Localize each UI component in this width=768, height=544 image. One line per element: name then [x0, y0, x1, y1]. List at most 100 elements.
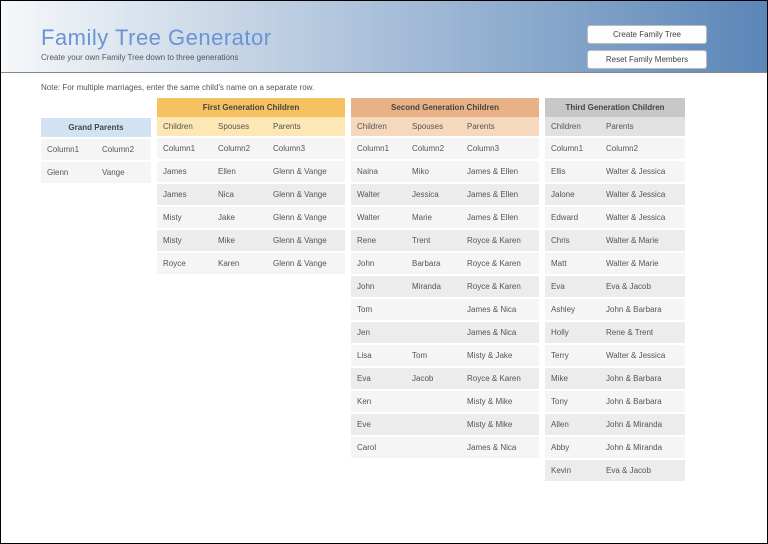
- col-label: Column1: [545, 138, 600, 159]
- tables-container: Grand Parents Column1 Column2 GlennVange…: [1, 98, 767, 481]
- table-row: JenJames & Nica: [351, 322, 539, 343]
- cell: Ashley: [545, 299, 600, 320]
- cell: Trent: [406, 230, 461, 251]
- col-label: Column1: [157, 138, 212, 159]
- cell: Misty & Mike: [461, 414, 539, 435]
- table-row: AllenJohn & Miranda: [545, 414, 685, 435]
- column-row: Column1 Column2 Column3: [351, 138, 539, 159]
- instruction-note: Note: For multiple marriages, enter the …: [1, 73, 767, 98]
- col-label: Column3: [267, 138, 345, 159]
- header: Family Tree Generator Create your own Fa…: [1, 1, 767, 73]
- cell: Jessica: [406, 184, 461, 205]
- cell: James & Ellen: [461, 184, 539, 205]
- cell: Jen: [351, 322, 406, 343]
- cell: Walter & Marie: [600, 230, 685, 251]
- cell: Holly: [545, 322, 600, 343]
- cell: Vange: [96, 162, 151, 183]
- first-gen-table: First Generation Children Children Spous…: [157, 98, 345, 274]
- sub-parents: Parents: [267, 117, 345, 136]
- cell: Glenn & Vange: [267, 161, 345, 182]
- table-row: TerryWalter & Jessica: [545, 345, 685, 366]
- table-row: KenMisty & Mike: [351, 391, 539, 412]
- table-row: JamesNicaGlenn & Vange: [157, 184, 345, 205]
- table-row: LisaTomMisty & Jake: [351, 345, 539, 366]
- table-row: MattWalter & Marie: [545, 253, 685, 274]
- cell: James & Ellen: [461, 207, 539, 228]
- cell: Misty: [157, 207, 212, 228]
- cell: Edward: [545, 207, 600, 228]
- cell: [406, 414, 461, 435]
- table-row: KevinEva & Jacob: [545, 460, 685, 481]
- cell: Terry: [545, 345, 600, 366]
- cell: Eva & Jacob: [600, 276, 685, 297]
- cell: John & Barbara: [600, 299, 685, 320]
- col-label: Column3: [461, 138, 539, 159]
- table-row: EdwardWalter & Jessica: [545, 207, 685, 228]
- third-gen-subhead: Children Parents: [545, 117, 685, 136]
- cell: Kevin: [545, 460, 600, 481]
- cell: Ellen: [212, 161, 267, 182]
- cell: Miko: [406, 161, 461, 182]
- col-label: Column2: [406, 138, 461, 159]
- table-row: EvaJacobRoyce & Karen: [351, 368, 539, 389]
- sub-parents: Parents: [461, 117, 539, 136]
- cell: Carol: [351, 437, 406, 458]
- first-gen-subhead: Children Spouses Parents: [157, 117, 345, 136]
- cell: Karen: [212, 253, 267, 274]
- table-row: NainaMikoJames & Ellen: [351, 161, 539, 182]
- cell: Walter: [351, 207, 406, 228]
- cell: Walter & Marie: [600, 253, 685, 274]
- title-block: Family Tree Generator Create your own Fa…: [41, 25, 272, 64]
- table-row: JamesEllenGlenn & Vange: [157, 161, 345, 182]
- cell: John: [351, 276, 406, 297]
- table-row: MistyMikeGlenn & Vange: [157, 230, 345, 251]
- cell: Eva: [545, 276, 600, 297]
- reset-members-button[interactable]: Reset Family Members: [587, 50, 707, 69]
- second-gen-subhead: Children Spouses Parents: [351, 117, 539, 136]
- cell: Eve: [351, 414, 406, 435]
- cell: Nica: [212, 184, 267, 205]
- cell: Miranda: [406, 276, 461, 297]
- column-row: Column1 Column2: [545, 138, 685, 159]
- table-row: AshleyJohn & Barbara: [545, 299, 685, 320]
- table-row: ChrisWalter & Marie: [545, 230, 685, 251]
- cell: John: [351, 253, 406, 274]
- cell: John & Barbara: [600, 368, 685, 389]
- table-row: GlennVange: [41, 162, 151, 183]
- cell: Rene: [351, 230, 406, 251]
- sub-spouses: Spouses: [406, 117, 461, 136]
- col-label: Column2: [96, 139, 151, 160]
- sub-parents: Parents: [600, 117, 685, 136]
- cell: Walter & Jessica: [600, 161, 685, 182]
- cell: Barbara: [406, 253, 461, 274]
- cell: Ken: [351, 391, 406, 412]
- cell: Tom: [406, 345, 461, 366]
- page-title: Family Tree Generator: [41, 25, 272, 51]
- table-row: Carol James & Nica: [351, 437, 539, 458]
- cell: Matt: [545, 253, 600, 274]
- second-gen-table: Second Generation Children Children Spou…: [351, 98, 539, 458]
- table-row: TonyJohn & Barbara: [545, 391, 685, 412]
- cell: [406, 322, 461, 343]
- table-row: MikeJohn & Barbara: [545, 368, 685, 389]
- second-gen-title: Second Generation Children: [351, 98, 539, 117]
- cell: Royce & Karen: [461, 276, 539, 297]
- cell: James: [157, 184, 212, 205]
- cell: Tom: [351, 299, 406, 320]
- cell: Jacob: [406, 368, 461, 389]
- cell: Ellis: [545, 161, 600, 182]
- cell: Rene & Trent: [600, 322, 685, 343]
- cell: Allen: [545, 414, 600, 435]
- cell: James & Nica: [461, 299, 539, 320]
- cell: [406, 391, 461, 412]
- create-tree-button[interactable]: Create Family Tree: [587, 25, 707, 44]
- cell: Eva: [351, 368, 406, 389]
- cell: James & Nica: [461, 437, 539, 458]
- cell: Naina: [351, 161, 406, 182]
- table-row: AbbyJohn & Miranda: [545, 437, 685, 458]
- page-subtitle: Create your own Family Tree down to thre…: [41, 53, 272, 62]
- table-row: Tom James & Nica: [351, 299, 539, 320]
- cell: John & Barbara: [600, 391, 685, 412]
- cell: Glenn & Vange: [267, 230, 345, 251]
- sub-children: Children: [157, 117, 212, 136]
